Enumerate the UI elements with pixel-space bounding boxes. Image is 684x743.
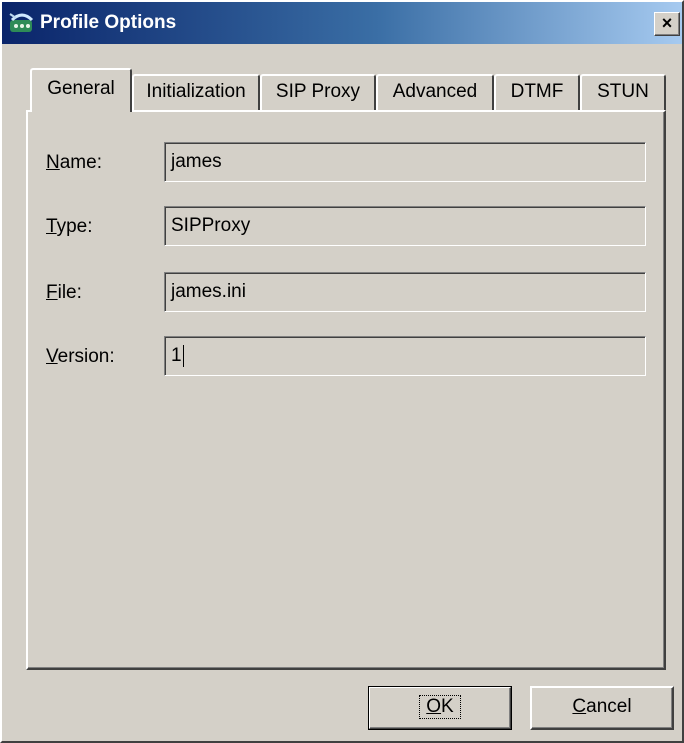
profile-options-dialog: Profile Options × General Initialization… [0,0,684,743]
close-button[interactable]: × [654,12,680,36]
ok-button-label: OK [419,695,461,719]
version-value: 1 [171,345,182,366]
active-tab-join [32,108,128,114]
cancel-button[interactable]: Cancel [530,686,674,730]
tab-sip-proxy[interactable]: SIP Proxy [260,74,376,110]
window-title: Profile Options [40,12,177,33]
version-label: Version: [46,346,115,367]
file-label: File: [46,282,82,303]
tab-advanced-label: Advanced [392,81,478,102]
text-caret [182,344,184,367]
cancel-button-label: Cancel [572,696,632,717]
tab-general-label: General [47,78,115,99]
tab-dtmf[interactable]: DTMF [494,74,580,110]
type-value: SIPProxy [171,215,251,236]
name-label: Name: [46,152,102,173]
name-value: james [171,151,222,172]
tab-sip-proxy-label: SIP Proxy [275,81,361,102]
tab-stun[interactable]: STUN [580,74,666,110]
file-field[interactable]: james.ini [164,272,646,312]
type-field[interactable]: SIPProxy [164,206,646,246]
tab-dtmf-label: DTMF [510,81,564,102]
tab-stun-label: STUN [597,81,649,102]
ok-button[interactable]: OK [368,686,512,730]
close-icon: × [661,13,673,33]
tab-general[interactable]: General [30,68,132,112]
tab-advanced[interactable]: Advanced [376,74,494,110]
phone-settings-icon [9,13,34,32]
name-field[interactable]: james [164,142,646,182]
title-bar[interactable]: Profile Options × [2,2,682,44]
version-field[interactable]: 1 [164,336,646,376]
file-value: james.ini [171,281,246,302]
tab-initialization[interactable]: Initialization [132,74,260,110]
general-tab-panel [26,110,666,670]
tab-initialization-label: Initialization [146,81,246,102]
type-label: Type: [46,216,93,237]
